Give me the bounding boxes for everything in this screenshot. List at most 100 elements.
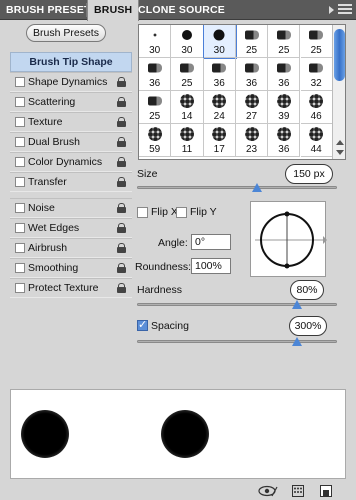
brush-tip-shape: [244, 94, 259, 108]
brush-tip-shape: [213, 29, 225, 41]
brush-tip-cell[interactable]: 36: [235, 58, 269, 91]
brush-tip-cell[interactable]: 30: [171, 25, 204, 58]
lock-icon[interactable]: [117, 177, 126, 187]
spacing-checkbox[interactable]: [137, 318, 148, 331]
brush-tip-cell[interactable]: 59: [139, 124, 172, 157]
new-brush-icon[interactable]: [320, 485, 332, 497]
lock-icon[interactable]: [117, 223, 126, 233]
brush-tip-cell[interactable]: 46: [300, 91, 333, 124]
brush-tip-cell[interactable]: 14: [171, 91, 204, 124]
hardness-label: Hardness: [137, 284, 182, 296]
brush-tip-shape: [276, 127, 291, 141]
brush-tip-shape: [276, 94, 291, 108]
spacing-slider-thumb[interactable]: [292, 337, 302, 346]
sidebar-item-color-dynamics[interactable]: Color Dynamics: [10, 152, 132, 172]
brush-tip-cell[interactable]: 25: [171, 58, 204, 91]
brush-tip-cell[interactable]: 25: [139, 91, 172, 124]
vertical-scrollbar[interactable]: [332, 25, 345, 159]
brush-tip-cell[interactable]: 36: [139, 58, 172, 91]
brush-tip-cell[interactable]: 11: [171, 124, 204, 157]
hardness-input[interactable]: 80%: [290, 280, 324, 300]
checkbox[interactable]: [15, 203, 25, 213]
sidebar-item-smoothing[interactable]: Smoothing: [10, 258, 132, 278]
sidebar-item-noise[interactable]: Noise: [10, 198, 132, 218]
lock-icon[interactable]: [117, 137, 126, 147]
tab-clone-source[interactable]: CLONE SOURCE: [132, 0, 231, 20]
brush-tip-shape: [147, 96, 162, 106]
sidebar-item-airbrush[interactable]: Airbrush: [10, 238, 132, 258]
checkbox[interactable]: [15, 177, 25, 187]
brush-grid-icon[interactable]: [292, 485, 304, 497]
brush-tip-picker[interactable]: 30 30 30 25 25 25 36 25 36 36 36 32 25 14 24 27 39 46 59 11…: [138, 24, 346, 160]
lock-icon[interactable]: [117, 263, 126, 273]
brush-tip-cell[interactable]: 25: [268, 25, 301, 58]
brush-tip-cell[interactable]: 30: [202, 25, 237, 59]
lock-icon[interactable]: [117, 77, 126, 87]
checkbox[interactable]: [15, 157, 25, 167]
angle-roundness-widget[interactable]: [250, 201, 327, 277]
scroll-up-icon[interactable]: [336, 140, 344, 145]
brush-tip-cell[interactable]: 25: [235, 25, 269, 58]
size-slider-track[interactable]: [137, 186, 337, 189]
sidebar-item-dual-brush[interactable]: Dual Brush: [10, 132, 132, 152]
brush-presets-button[interactable]: Brush Presets: [26, 24, 106, 42]
brush-tip-cell[interactable]: 32: [300, 58, 333, 91]
sidebar-item-protect-texture[interactable]: Protect Texture: [10, 278, 132, 298]
sidebar-item-label: Texture: [28, 116, 63, 128]
spacing-input[interactable]: 300%: [289, 316, 327, 336]
panel-menu-icon[interactable]: [329, 4, 352, 16]
spacing-slider-track[interactable]: [137, 340, 337, 343]
checkbox[interactable]: [15, 77, 25, 87]
brush-tip-cell[interactable]: 23: [235, 124, 269, 157]
sidebar-item-brush-tip-shape[interactable]: Brush Tip Shape: [10, 52, 132, 72]
brush-tip-shape: [147, 127, 162, 141]
checkbox[interactable]: [15, 137, 25, 147]
brush-tip-shape: [179, 94, 194, 108]
brush-tip-size: 14: [181, 111, 193, 122]
sidebar-item-shape-dynamics[interactable]: Shape Dynamics: [10, 72, 132, 92]
lock-icon[interactable]: [117, 117, 126, 127]
brush-tip-shape: [276, 63, 291, 73]
brush-tip-cell[interactable]: 39: [268, 91, 301, 124]
size-input[interactable]: 150 px: [285, 164, 333, 184]
scroll-thumb[interactable]: [334, 29, 345, 81]
size-label: Size: [137, 168, 158, 180]
sidebar-item-scattering[interactable]: Scattering: [10, 92, 132, 112]
brush-tip-cell[interactable]: 25: [300, 25, 333, 58]
brush-tip-cell[interactable]: 36: [203, 58, 236, 91]
flip-x-checkbox[interactable]: [137, 207, 148, 218]
toggle-live-tip-preview-icon[interactable]: [258, 485, 278, 497]
brush-tip-cell[interactable]: 30: [139, 25, 172, 58]
brush-tip-shape: [179, 63, 194, 73]
size-slider-thumb[interactable]: [252, 183, 262, 192]
checkbox[interactable]: [15, 223, 25, 233]
brush-tip-cell[interactable]: 36: [268, 58, 301, 91]
checkbox[interactable]: [15, 117, 25, 127]
brush-tip-cell[interactable]: 44: [300, 124, 333, 157]
angle-input[interactable]: 0°: [191, 234, 231, 250]
lock-icon[interactable]: [117, 157, 126, 167]
brush-tip-cell[interactable]: 17: [203, 124, 236, 157]
brush-tip-cell[interactable]: 36: [268, 124, 301, 157]
sidebar-item-transfer[interactable]: Transfer: [10, 172, 132, 192]
lock-icon[interactable]: [117, 283, 126, 293]
hardness-slider-track[interactable]: [137, 303, 337, 306]
flip-y-checkbox[interactable]: [176, 207, 187, 218]
hardness-slider-thumb[interactable]: [292, 300, 302, 309]
brush-tip-shape: [309, 30, 324, 40]
checkbox[interactable]: [15, 243, 25, 253]
checkbox[interactable]: [15, 283, 25, 293]
flip-y-label: Flip Y: [190, 206, 217, 218]
brush-tip-shape: [212, 94, 227, 108]
checkbox[interactable]: [15, 97, 25, 107]
sidebar-item-texture[interactable]: Texture: [10, 112, 132, 132]
sidebar-item-wet-edges[interactable]: Wet Edges: [10, 218, 132, 238]
lock-icon[interactable]: [117, 203, 126, 213]
scroll-down-icon[interactable]: [336, 150, 344, 155]
lock-icon[interactable]: [117, 97, 126, 107]
lock-icon[interactable]: [117, 243, 126, 253]
checkbox[interactable]: [15, 263, 25, 273]
brush-tip-cell[interactable]: 24: [203, 91, 236, 124]
brush-tip-cell[interactable]: 27: [235, 91, 269, 124]
roundness-input[interactable]: 100%: [191, 258, 231, 274]
